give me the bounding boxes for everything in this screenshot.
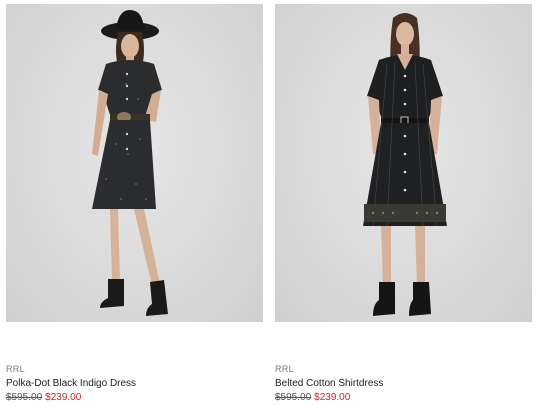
model-figure-2: [363, 13, 447, 316]
sale-price: $239.00: [314, 392, 351, 403]
product-price: $595.00 $239.00: [6, 392, 81, 403]
product-card[interactable]: RRL Belted Cotton Shirtdress $595.00 $239…: [275, 0, 532, 406]
product-image[interactable]: [6, 4, 263, 322]
product-brand: RRL: [6, 364, 25, 374]
product-title-link[interactable]: Belted Cotton Shirtdress: [275, 378, 383, 389]
product-brand: RRL: [275, 364, 294, 374]
model-figure-1: [92, 10, 168, 316]
product-title-link[interactable]: Polka-Dot Black Indigo Dress: [6, 378, 136, 389]
original-price: $595.00: [275, 392, 312, 403]
product-image[interactable]: [275, 4, 532, 322]
product-price: $595.00 $239.00: [275, 392, 350, 403]
original-price: $595.00: [6, 392, 43, 403]
sale-price: $239.00: [45, 392, 82, 403]
product-card[interactable]: RRL Polka-Dot Black Indigo Dress $595.00…: [6, 0, 263, 406]
